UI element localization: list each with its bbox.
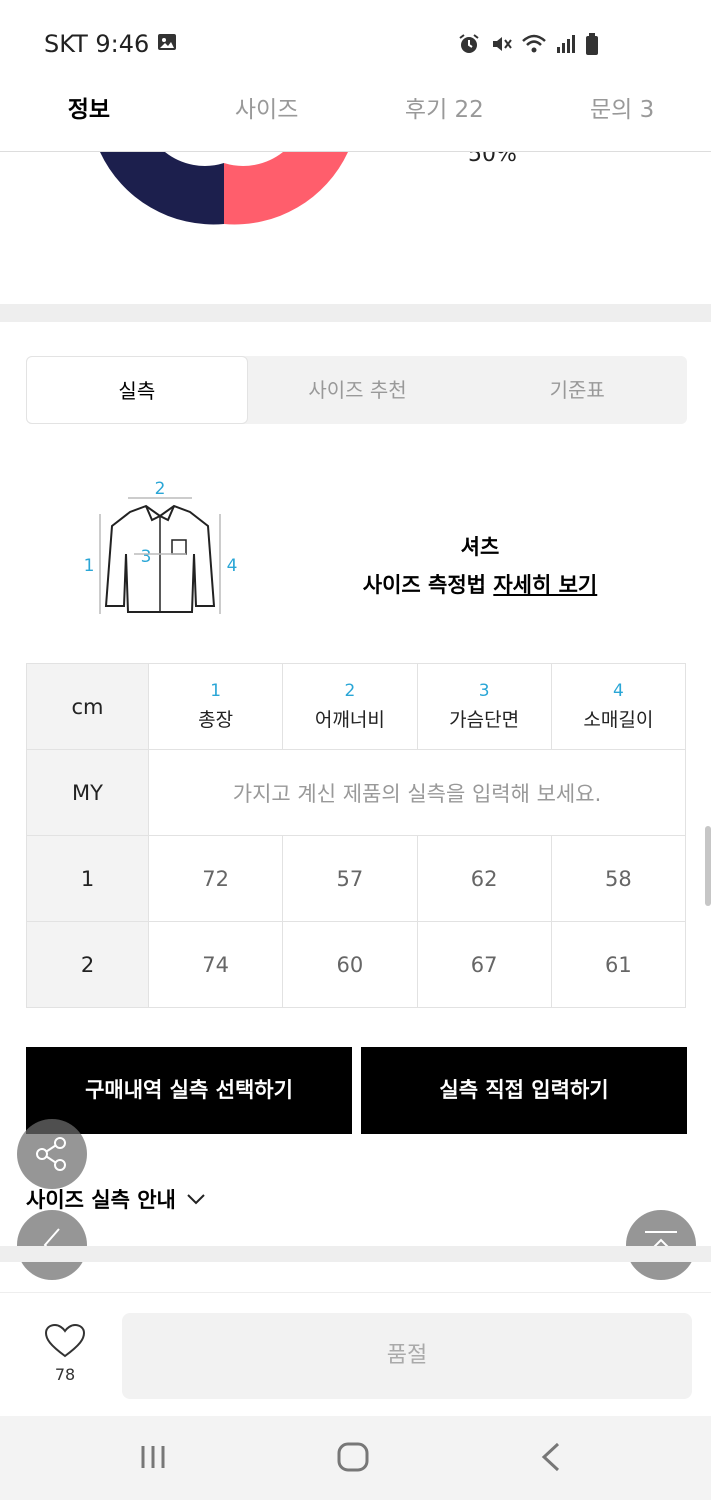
heart-icon <box>44 1323 86 1358</box>
like-count: 78 <box>54 1365 76 1384</box>
like-button[interactable]: 78 <box>40 1323 90 1384</box>
table-row: 1 72 57 62 58 <box>26 835 687 922</box>
scroll-top-button[interactable] <box>626 1210 696 1280</box>
col-header: 1 총장 <box>147 663 284 750</box>
wifi-icon <box>521 33 547 55</box>
svg-text:2: 2 <box>155 479 166 499</box>
back-icon <box>541 1442 560 1472</box>
measure-method: 사이즈 측정법 자세히 보기 <box>362 573 598 597</box>
tab-size[interactable]: 사이즈 <box>178 88 356 151</box>
share-button[interactable] <box>17 1119 87 1189</box>
measure-info: 셔츠 사이즈 측정법 자세히 보기 <box>300 528 660 604</box>
status-icons <box>457 32 599 56</box>
svg-text:3: 3 <box>141 547 152 567</box>
select-purchase-history-button[interactable]: 구매내역 실측 선택하기 <box>26 1047 352 1134</box>
shirt-measure-diagram: 2 1 3 4 <box>80 476 250 626</box>
alarm-icon <box>457 32 481 56</box>
col-header: 4 소매길이 <box>550 663 687 750</box>
donut-left-segment <box>100 152 224 225</box>
donut-right-segment <box>224 152 348 225</box>
back-float-button[interactable] <box>17 1210 87 1280</box>
garment-type: 셔츠 <box>460 535 500 559</box>
recent-apps-button[interactable] <box>136 1440 170 1478</box>
table-header-row: cm 1 총장 2 어깨너비 3 가슴단면 4 소매길이 <box>26 663 687 750</box>
share-icon <box>36 1137 66 1171</box>
unit-cell: cm <box>26 663 149 750</box>
section-divider <box>0 1246 711 1262</box>
image-icon <box>157 30 177 58</box>
mute-icon <box>489 32 513 56</box>
measure-detail-link[interactable]: 자세히 보기 <box>493 573 597 597</box>
chevron-down-icon <box>187 1194 205 1205</box>
scrollbar[interactable] <box>705 826 711 906</box>
table-cell: 67 <box>416 921 552 1008</box>
table-cell: 61 <box>550 921 687 1008</box>
shirt-icon: 2 1 3 4 <box>84 479 238 614</box>
tab-size-recommend[interactable]: 사이즈 추천 <box>248 356 468 424</box>
system-nav-bar <box>0 1416 711 1500</box>
table-cell: 60 <box>282 921 418 1008</box>
my-size-row[interactable]: MY 가지고 계신 제품의 실측을 입력해 보세요. <box>26 749 686 836</box>
status-bar: SKT 9:46 <box>0 0 711 88</box>
product-tabs: 정보 사이즈 후기 22 문의 3 <box>0 88 711 172</box>
back-button[interactable] <box>536 1440 566 1478</box>
size-label: 2 <box>26 921 149 1008</box>
table-cell: 74 <box>147 921 284 1008</box>
table-cell: 58 <box>550 835 687 922</box>
svg-text:1: 1 <box>84 556 95 576</box>
table-cell: 57 <box>282 835 418 922</box>
home-icon <box>337 1442 369 1472</box>
carrier-time: SKT 9:46 <box>44 30 150 58</box>
svg-text:4: 4 <box>227 556 238 576</box>
home-button[interactable] <box>334 1440 372 1478</box>
tab-reviews[interactable]: 후기 22 <box>356 88 534 151</box>
table-cell: 72 <box>147 835 284 922</box>
my-size-prompt[interactable]: 가지고 계신 제품의 실측을 입력해 보세요. <box>148 749 686 836</box>
battery-icon <box>585 32 599 56</box>
my-label: MY <box>26 749 149 836</box>
donut-percent: 50% <box>468 152 517 167</box>
direct-input-button[interactable]: 실측 직접 입력하기 <box>361 1047 687 1134</box>
table-row: 2 74 60 67 61 <box>26 921 687 1008</box>
donut-chart-area: 50% <box>0 152 711 304</box>
size-table: cm 1 총장 2 어깨너비 3 가슴단면 4 소매길이 MY 가지고 계신 제품의 실… <box>26 663 687 1008</box>
recent-apps-icon <box>141 1446 165 1468</box>
col-header: 2 어깨너비 <box>282 663 418 750</box>
tab-info[interactable]: 정보 <box>0 88 178 172</box>
size-label: 1 <box>26 835 149 922</box>
section-divider <box>0 304 711 322</box>
status-left: SKT 9:46 <box>44 30 177 58</box>
tab-inquiries[interactable]: 문의 3 <box>533 88 711 151</box>
col-header: 3 가슴단면 <box>416 663 552 750</box>
tab-size-chart[interactable]: 기준표 <box>467 356 687 424</box>
tab-measured[interactable]: 실측 <box>26 356 248 424</box>
table-cell: 62 <box>416 835 552 922</box>
donut-chart <box>100 152 348 225</box>
signal-icon <box>555 33 577 55</box>
size-segment-tabs: 실측 사이즈 추천 기준표 <box>26 356 687 424</box>
soldout-button: 품절 <box>122 1313 692 1399</box>
purchase-bar: 78 품절 <box>0 1292 711 1416</box>
